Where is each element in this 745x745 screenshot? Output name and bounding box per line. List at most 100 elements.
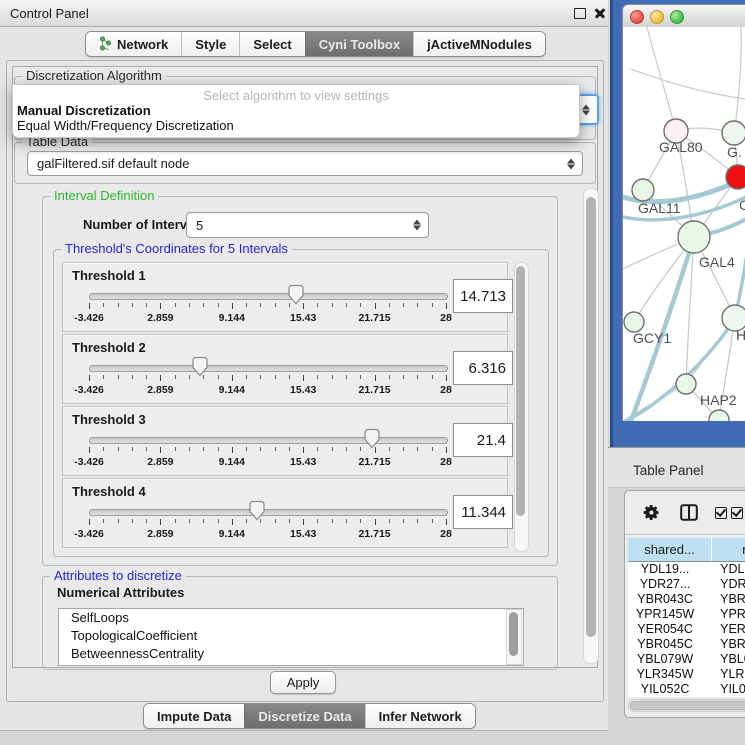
- split-columns-icon[interactable]: [680, 504, 698, 521]
- table-row[interactable]: YIL052CYIL0: [628, 682, 745, 697]
- tick-mark: [118, 447, 119, 451]
- slider-track[interactable]: [89, 509, 448, 516]
- algorithm-option-equal-width-frequency-discretization[interactable]: Equal Width/Frequency Discretization: [17, 118, 234, 133]
- slider-track[interactable]: [89, 293, 448, 300]
- tick-mark: [189, 375, 190, 379]
- scrollbar-thumb[interactable]: [630, 701, 745, 710]
- minimize-traffic-light[interactable]: [650, 10, 664, 24]
- scale-label: 2.859: [130, 384, 190, 396]
- tick-mark: [332, 519, 333, 523]
- group-title: Interval Definition: [50, 188, 158, 203]
- tick-mark: [103, 519, 104, 523]
- checkbox-icon[interactable]: [715, 507, 727, 519]
- threshold-slider[interactable]: -3.4262.8599.14415.4321.71528: [89, 285, 447, 329]
- table-row[interactable]: YLR345WYLR3: [628, 667, 745, 682]
- combo-arrows-icon[interactable]: [567, 158, 575, 169]
- threshold-value-field[interactable]: 6.316: [453, 351, 513, 385]
- threshold-slider[interactable]: -3.4262.8599.14415.4321.71528: [89, 357, 447, 401]
- table-row[interactable]: YER054CYER0: [628, 622, 745, 637]
- network-node-gal11[interactable]: [632, 179, 654, 201]
- settings-scrollbar[interactable]: [583, 188, 599, 664]
- tab-discretize-data[interactable]: Discretize Data: [244, 704, 364, 728]
- zoom-traffic-light[interactable]: [670, 10, 684, 24]
- tab-select[interactable]: Select: [239, 32, 304, 56]
- network-canvas[interactable]: GAL80G.CGAL11GAL4GCY1HHAP2: [622, 27, 745, 421]
- scrollbar-thumb[interactable]: [586, 197, 596, 637]
- threshold-slider[interactable]: -3.4262.8599.14415.4321.71528: [89, 429, 447, 473]
- float-window-icon[interactable]: [574, 8, 586, 19]
- cell-name: YPR1: [703, 607, 745, 622]
- table-row[interactable]: YDL19...YDL1: [628, 562, 745, 577]
- scale-label: 28: [416, 312, 476, 324]
- cell-name: YBL0: [703, 652, 745, 667]
- scale-label: 15.43: [273, 384, 333, 396]
- tab-style[interactable]: Style: [181, 32, 239, 56]
- threshold-value-field[interactable]: 11.344: [453, 495, 513, 529]
- cell-shared-name: YLR345W: [628, 667, 703, 682]
- numerical-attributes-list[interactable]: SelfLoopsTopologicalCoefficientBetweenne…: [58, 608, 524, 666]
- attributes-scrollbar[interactable]: [506, 609, 522, 665]
- table-row[interactable]: YBR045CYBR0: [628, 637, 745, 652]
- tab-jactivemnodules[interactable]: jActiveMNodules: [413, 32, 545, 56]
- tab-impute-data[interactable]: Impute Data: [144, 704, 244, 728]
- scale-label: 21.715: [345, 312, 405, 324]
- tick-mark: [303, 375, 304, 381]
- network-node-c[interactable]: [726, 165, 745, 189]
- table-horizontal-scrollbar[interactable]: [628, 699, 745, 712]
- table-row[interactable]: YPR145WYPR1: [628, 607, 745, 622]
- thresholds-scrollbar[interactable]: [514, 262, 529, 552]
- tick-mark: [275, 519, 276, 523]
- network-edge: [647, 27, 676, 131]
- tick-mark: [275, 375, 276, 379]
- tick-mark: [403, 375, 404, 379]
- tick-mark: [218, 303, 219, 307]
- table-row[interactable]: YDR27...YDR2: [628, 577, 745, 592]
- scrollbar-thumb[interactable]: [516, 266, 525, 516]
- slider-thumb[interactable]: [363, 428, 381, 449]
- apply-button[interactable]: Apply: [270, 671, 336, 694]
- network-node-g[interactable]: [722, 121, 745, 145]
- slider-track[interactable]: [89, 437, 448, 444]
- tick-mark: [175, 303, 176, 307]
- threshold-value-field[interactable]: 21.4: [453, 423, 513, 457]
- num-intervals-combobox[interactable]: 5: [186, 212, 429, 238]
- threshold-slider[interactable]: -3.4262.8599.14415.4321.71528: [89, 501, 447, 545]
- scale-label: 9.144: [202, 528, 262, 540]
- tick-mark: [203, 519, 204, 523]
- close-traffic-light[interactable]: [630, 10, 644, 24]
- list-item-betweennesscentrality[interactable]: BetweennessCentrality: [59, 645, 523, 663]
- combo-arrows-icon[interactable]: [582, 104, 590, 115]
- node-label: GAL11: [638, 200, 681, 216]
- tick-mark: [89, 519, 90, 525]
- algorithm-option-manual-discretization[interactable]: Manual Discretization: [17, 103, 151, 118]
- close-icon[interactable]: [593, 6, 607, 20]
- network-node-gal4[interactable]: [678, 221, 710, 253]
- network-node-hap2[interactable]: [676, 374, 696, 394]
- column-header-name[interactable]: na: [712, 538, 745, 561]
- network-node-gcy1[interactable]: [624, 312, 644, 332]
- tick-mark: [375, 519, 376, 525]
- gear-icon[interactable]: [642, 503, 661, 522]
- tab-infer-network[interactable]: Infer Network: [365, 704, 475, 728]
- network-icon: [99, 36, 112, 52]
- list-item-topologicalcoefficient[interactable]: TopologicalCoefficient: [59, 627, 523, 645]
- table-data-combobox[interactable]: galFiltered.sif default node: [27, 151, 583, 176]
- tab-network[interactable]: Network: [86, 32, 181, 56]
- slider-track[interactable]: [89, 365, 448, 372]
- threshold-value-field[interactable]: 14.713: [453, 279, 513, 313]
- scrollbar-thumb[interactable]: [509, 612, 518, 656]
- table-row[interactable]: YBR043CYBR0: [628, 592, 745, 607]
- tab-label: Select: [253, 37, 291, 52]
- tick-mark: [89, 447, 90, 453]
- tick-mark: [146, 303, 147, 307]
- combo-arrows-icon[interactable]: [413, 220, 421, 231]
- slider-thumb[interactable]: [191, 356, 209, 377]
- list-item-selfloops[interactable]: SelfLoops: [59, 609, 523, 627]
- table-row[interactable]: YBL079WYBL0: [628, 652, 745, 667]
- slider-thumb[interactable]: [287, 284, 305, 305]
- column-header-shared-name[interactable]: shared...: [628, 538, 712, 561]
- checkbox-icon[interactable]: [731, 507, 743, 519]
- tab-cyni-toolbox[interactable]: Cyni Toolbox: [305, 32, 413, 56]
- network-window-titlebar[interactable]: [622, 4, 745, 29]
- slider-thumb[interactable]: [248, 500, 266, 521]
